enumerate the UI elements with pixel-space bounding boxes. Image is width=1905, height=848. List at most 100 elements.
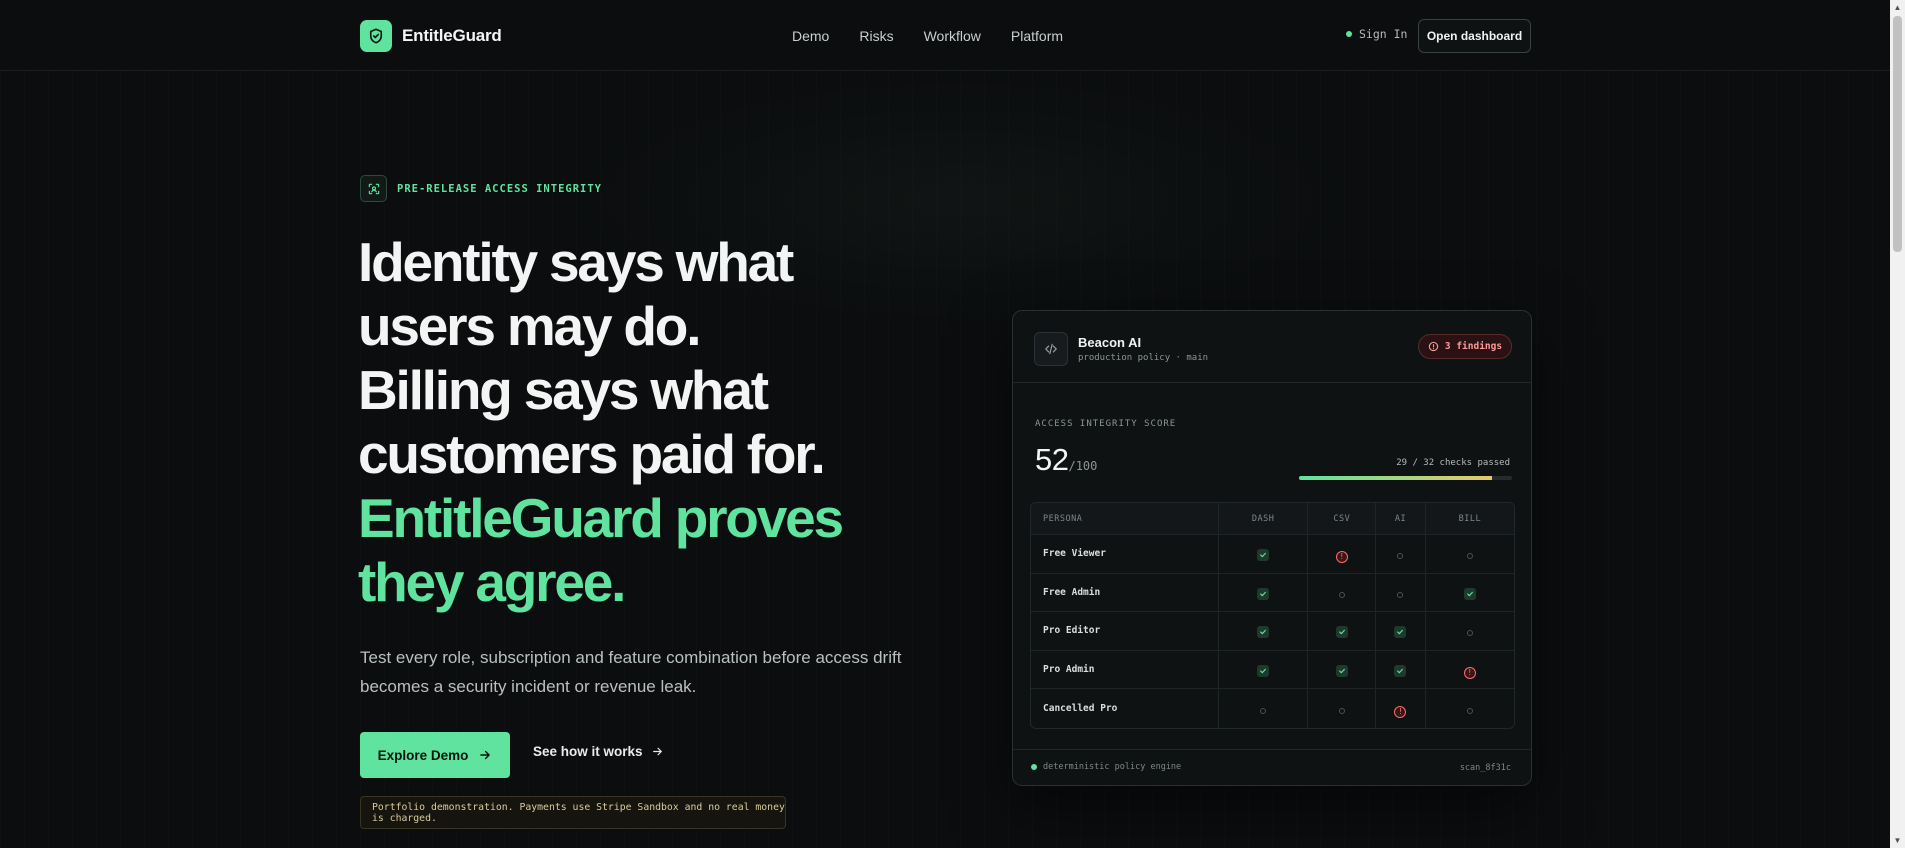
alert-icon: !	[1463, 666, 1476, 679]
page-scrollbar[interactable]: ▲ ▼	[1890, 0, 1905, 848]
check-icon	[1257, 587, 1270, 600]
access-cell	[1218, 689, 1307, 728]
headline-line: users may do.	[358, 295, 701, 357]
persona-cell: Free Admin	[1031, 574, 1218, 612]
column-header: AI	[1375, 503, 1425, 535]
table-row: Pro Admin!	[1031, 650, 1514, 689]
access-cell	[1375, 612, 1425, 651]
access-cell	[1375, 573, 1425, 612]
access-cell	[1218, 573, 1308, 612]
check-icon	[1394, 626, 1407, 639]
findings-badge[interactable]: 3 findings	[1418, 334, 1512, 359]
headline-accent-line: they agree.	[358, 551, 626, 613]
code-icon	[1034, 332, 1068, 366]
checks-progress-bar	[1299, 476, 1512, 480]
brand[interactable]: EntitleGuard	[360, 20, 502, 52]
nav-links: Demo Risks Workflow Platform	[792, 28, 1063, 44]
hero-headline: Identity says what users may do. Billing…	[358, 230, 918, 614]
scan-face-icon	[360, 175, 387, 202]
access-cell	[1307, 689, 1375, 728]
headline-line: customers paid for.	[358, 423, 826, 485]
check-icon	[1335, 626, 1348, 639]
empty-circle-icon	[1338, 707, 1345, 714]
findings-label: 3 findings	[1444, 341, 1503, 352]
check-icon	[1257, 626, 1270, 639]
access-cell: !	[1307, 535, 1376, 574]
empty-circle-icon	[1466, 707, 1473, 714]
empty-circle-icon	[1466, 630, 1473, 637]
score-number: 52	[1035, 442, 1069, 477]
alert-icon: !	[1394, 705, 1407, 718]
nav-link-demo[interactable]: Demo	[792, 28, 829, 44]
arrow-right-icon	[480, 750, 491, 760]
checks-progress-fill	[1299, 476, 1492, 480]
check-icon	[1394, 664, 1407, 677]
persona-cell: Cancelled Pro	[1043, 702, 1118, 714]
card-footer: deterministic policy engine scan_8f31c	[1013, 749, 1531, 785]
column-header: BILL	[1424, 503, 1514, 535]
column-header: DASH	[1218, 503, 1308, 535]
access-matrix-table: PERSONA DASH CSV AI BILL Free Viewer! Fre…	[1030, 502, 1515, 729]
eyebrow-label: PRE-RELEASE ACCESS INTEGRITY	[397, 182, 603, 195]
access-cell	[1307, 612, 1376, 651]
access-cell	[1218, 612, 1308, 651]
table-row: Free Admin	[1031, 573, 1514, 612]
scroll-down-arrow-icon[interactable]: ▼	[1890, 833, 1905, 848]
project-name: Beacon AI	[1078, 335, 1142, 350]
access-cell	[1375, 650, 1425, 689]
alert-icon: !	[1335, 551, 1348, 564]
eyebrow: PRE-RELEASE ACCESS INTEGRITY	[360, 175, 602, 202]
persona-cell: Pro Admin	[1031, 651, 1218, 689]
column-header: PERSONA	[1031, 503, 1218, 535]
background-texture	[0, 70, 1890, 848]
table-row: Pro Editor	[1031, 612, 1514, 651]
persona-cell: Free Viewer	[1031, 535, 1218, 574]
open-dashboard-button[interactable]: Open dashboard	[1418, 19, 1531, 53]
status-dot-icon	[1031, 764, 1037, 770]
card-header: Beacon AI production policy · main 3 fin…	[1013, 311, 1531, 383]
see-how-label: See how it works	[533, 744, 643, 759]
check-icon	[1335, 664, 1348, 677]
scrollbar-thumb[interactable]	[1893, 16, 1902, 252]
persona-cell: Pro Editor	[1031, 612, 1218, 651]
score-max: /100	[1068, 459, 1098, 473]
brand-name: EntitleGuard	[402, 26, 502, 45]
project-subtitle: production policy · main	[1078, 353, 1209, 363]
status-dot-icon	[1346, 31, 1352, 37]
access-cell	[1424, 535, 1514, 574]
empty-circle-icon	[1466, 553, 1473, 560]
check-icon	[1257, 664, 1270, 677]
headline-line: Identity says what	[358, 231, 794, 293]
hero-subcopy: Test every role, subscription and featur…	[360, 648, 902, 696]
check-icon	[1257, 549, 1270, 562]
access-cell	[1424, 573, 1514, 612]
nav-link-platform[interactable]: Platform	[1011, 28, 1063, 44]
scan-id: scan_8f31c	[1459, 763, 1511, 773]
access-cell	[1424, 612, 1514, 651]
sign-in-label: Sign In	[1359, 27, 1408, 41]
check-icon	[1463, 587, 1476, 600]
empty-circle-icon	[1397, 591, 1404, 598]
access-cell: !	[1424, 650, 1514, 689]
checks-passed: 29 / 32 checks passed	[1396, 458, 1510, 468]
nav-link-risks[interactable]: Risks	[859, 28, 893, 44]
engine-label: deterministic policy engine	[1043, 762, 1182, 772]
access-cell	[1307, 573, 1376, 612]
table-row: Free Viewer!	[1031, 535, 1514, 574]
see-how-it-works-link[interactable]: See how it works	[533, 744, 664, 759]
score-value: 52/100	[1035, 442, 1097, 478]
explore-demo-button[interactable]: Explore Demo	[360, 732, 510, 778]
empty-circle-icon	[1397, 553, 1404, 560]
table-header-row: PERSONA DASH CSV AI BILL	[1031, 503, 1514, 535]
table-row: Cancelled Pro!	[1031, 689, 1514, 728]
nav-link-workflow[interactable]: Workflow	[924, 28, 981, 44]
access-cell	[1424, 689, 1514, 728]
access-cell	[1307, 650, 1376, 689]
access-cell	[1218, 650, 1308, 689]
empty-circle-icon	[1260, 707, 1267, 714]
scroll-up-arrow-icon[interactable]: ▲	[1890, 0, 1905, 15]
sign-in-link[interactable]: Sign In	[1346, 27, 1407, 41]
access-cell	[1218, 535, 1308, 574]
headline-line: Billing says what	[358, 359, 769, 421]
engine-status: deterministic policy engine	[1031, 762, 1181, 772]
